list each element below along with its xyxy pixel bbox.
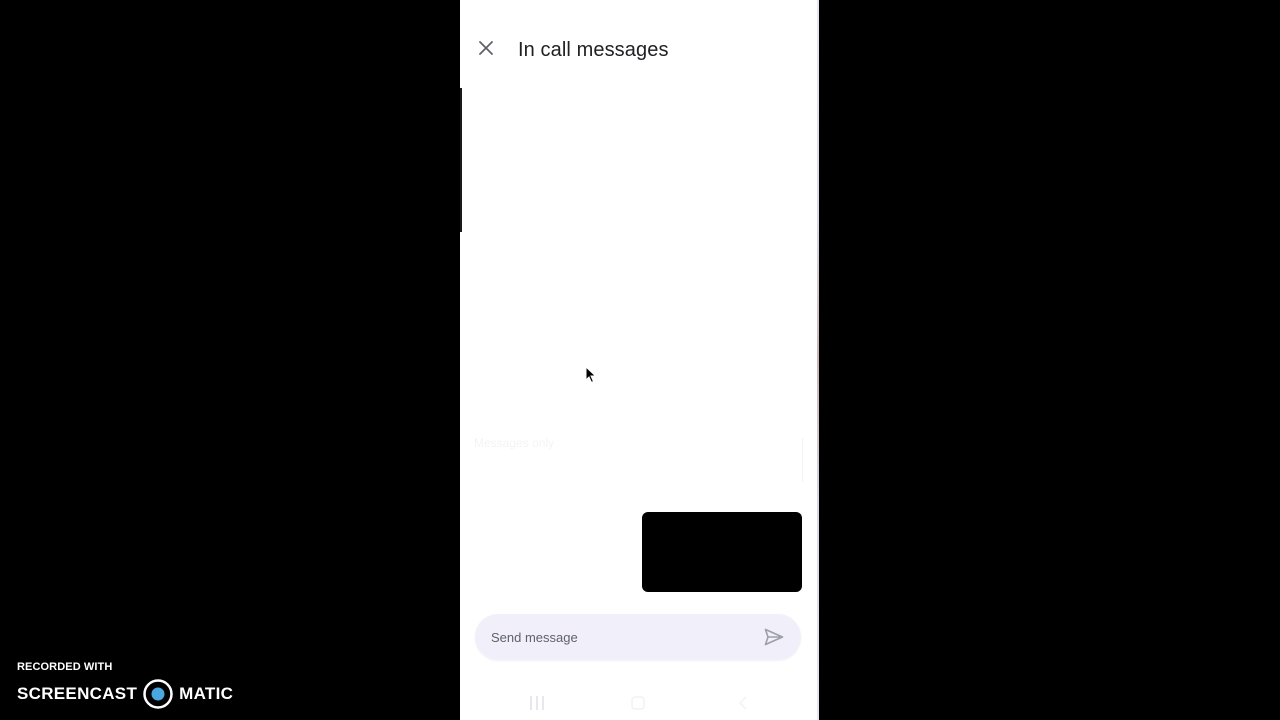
screencast-watermark: RECORDED WITH SCREENCAST MATIC	[17, 661, 233, 709]
watermark-brand-right: MATIC	[179, 684, 234, 703]
home-icon	[631, 696, 645, 710]
faint-divider	[802, 438, 803, 482]
recents-button[interactable]	[526, 694, 548, 712]
self-video-preview	[642, 512, 802, 592]
recents-icon	[530, 696, 544, 710]
back-button[interactable]	[732, 694, 754, 712]
watermark-brand: SCREENCAST MATIC	[17, 679, 233, 709]
watermark-brand-left: SCREENCAST	[17, 684, 138, 703]
screen-recording-frame: In call messages Messages only Send mess…	[0, 0, 1280, 720]
phone-screen: In call messages Messages only	[460, 0, 819, 720]
system-navigation-bar	[460, 686, 819, 720]
back-icon	[738, 696, 747, 710]
app-bar: In call messages	[460, 22, 819, 78]
send-icon	[764, 628, 784, 646]
screencast-logo-icon	[143, 679, 173, 709]
close-icon	[479, 41, 493, 55]
message-composer	[475, 614, 801, 660]
watermark-recorded-with: RECORDED WITH	[17, 661, 113, 673]
close-button[interactable]	[472, 34, 500, 62]
home-button[interactable]	[627, 694, 649, 712]
phone-edge-right	[817, 0, 819, 720]
phone-edge-left	[460, 88, 462, 232]
mouse-cursor-icon	[585, 366, 597, 384]
page-title: In call messages	[518, 39, 669, 61]
messages-faint-label: Messages only	[474, 436, 555, 450]
send-button[interactable]	[763, 626, 785, 648]
send-message-input[interactable]	[491, 614, 741, 660]
